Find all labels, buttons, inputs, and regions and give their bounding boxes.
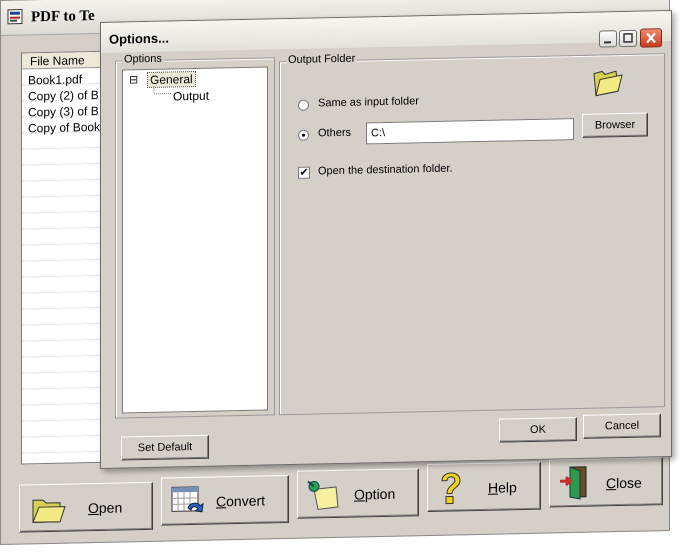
note-pin-icon [307,480,339,510]
maximize-button[interactable] [619,29,637,48]
cancel-button[interactable]: Cancel [583,413,661,439]
output-folder-group: Output Folder Same as input folder Other… [279,52,665,416]
exit-door-icon [560,466,587,500]
file-list-item[interactable]: Copy (3) of B [28,104,104,121]
output-folder-group-label: Output Folder [286,52,358,67]
tree-collapse-icon[interactable]: ⊟ [129,73,138,86]
help-button[interactable]: Help [427,461,541,513]
others-radio[interactable] [298,129,309,141]
same-as-input-radio[interactable] [298,99,309,111]
main-window-title: PDF to Te [31,8,95,26]
close-icon [646,32,656,44]
folder-open-icon [593,70,623,97]
options-tree[interactable]: ⊟ General Output [122,66,268,414]
convert-grid-icon [171,486,204,513]
file-list-item[interactable]: Copy of Book [28,120,104,137]
option-button[interactable]: Option [297,468,419,519]
convert-button[interactable]: Convert [161,474,289,526]
options-group: Options ⊟ General Output [115,52,275,419]
tree-item-output[interactable]: Output [173,89,209,104]
file-list[interactable]: File Name Book1.pdf Copy (2) of B Copy (… [21,50,107,465]
dialog-close-button[interactable] [640,28,662,48]
close-button[interactable]: Close [549,457,663,508]
ok-button[interactable]: OK [499,417,577,443]
tree-connector [153,85,171,95]
open-destination-checkbox[interactable]: ✔ [298,166,310,179]
others-label: Others [318,126,352,140]
open-button[interactable]: Open [19,481,153,533]
file-list-item[interactable]: Copy (2) of B [28,88,104,105]
minimize-button[interactable] [599,30,617,48]
folder-open-icon [32,499,66,523]
options-group-label: Options [122,52,164,66]
same-as-input-label: Same as input folder [318,95,419,110]
browser-button[interactable]: Browser [582,112,648,138]
dialog-title: Options... [109,30,169,47]
output-path-input[interactable] [366,118,574,145]
question-icon [441,472,461,505]
set-default-button[interactable]: Set Default [121,434,209,461]
maximize-icon [623,33,633,43]
pdf-app-icon [7,9,23,25]
options-dialog: Options... Options ⊟ General Output Outp… [100,10,672,469]
minimize-icon [604,41,611,44]
file-name-column-header[interactable]: File Name [22,51,106,70]
open-destination-label: Open the destination folder. [318,162,453,178]
file-list-item[interactable]: Book1.pdf [28,72,104,89]
